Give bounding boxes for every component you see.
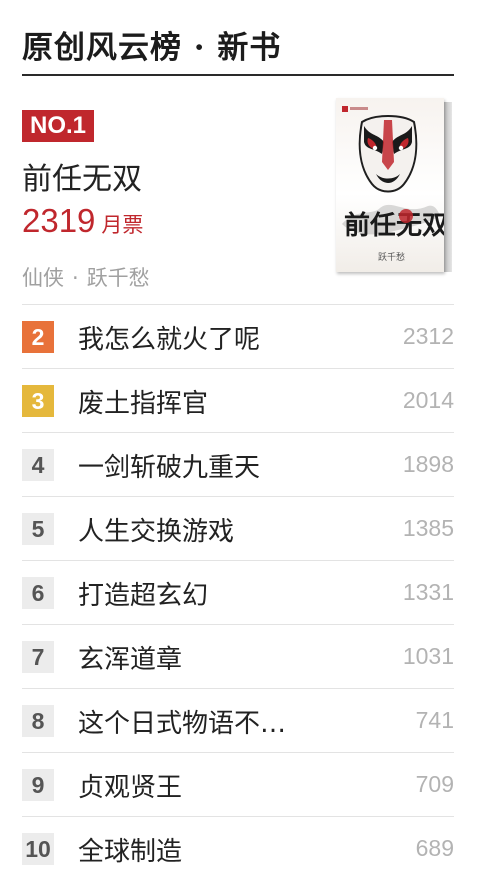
page-title: 原创风云榜 · 新书: [22, 30, 282, 66]
ranking-list: 2 我怎么就火了呢 2312 3 废土指挥官 2014 4 一剑斩破九重天 18…: [22, 304, 454, 880]
book-cover[interactable]: 前任无双 跃千愁: [336, 98, 454, 278]
rank-badge: NO.1: [22, 110, 94, 142]
featured-book-title[interactable]: 前任无双: [22, 154, 142, 198]
rank-number: 10: [22, 833, 54, 865]
book-title[interactable]: 玄浑道章: [78, 639, 182, 676]
ticket-count: 709: [415, 771, 454, 797]
rank-number: 2: [22, 321, 54, 353]
rank-number: 8: [22, 705, 54, 737]
list-item[interactable]: 10 全球制造 689: [22, 816, 454, 880]
rank-number: 4: [22, 449, 54, 481]
list-item[interactable]: 7 玄浑道章 1031: [22, 624, 454, 688]
ticket-count: 2312: [402, 323, 454, 349]
book-title[interactable]: 打造超玄幻: [78, 575, 208, 612]
cover-author-text: 跃千愁: [378, 251, 405, 263]
ticket-count: 2319: [22, 202, 96, 239]
list-item[interactable]: 2 我怎么就火了呢 2312: [22, 304, 454, 368]
featured-book-meta: 仙侠 · 跃千愁: [22, 262, 150, 292]
genre-label: 仙侠: [22, 266, 64, 290]
list-item[interactable]: 8 这个日式物语不… 741: [22, 688, 454, 752]
cover-illustration: 前任无双 跃千愁: [342, 106, 444, 263]
list-item[interactable]: 9 贞观贤王 709: [22, 752, 454, 816]
list-item[interactable]: 6 打造超玄幻 1331: [22, 560, 454, 624]
list-item[interactable]: 4 一剑斩破九重天 1898: [22, 432, 454, 496]
ticket-count: 2014: [402, 387, 454, 413]
rank-number: 7: [22, 641, 54, 673]
featured-book[interactable]: NO.1 前任无双 2319 月票 仙侠 · 跃千愁 前任无双 跃千愁: [22, 76, 454, 304]
rank-number: 5: [22, 513, 54, 545]
meta-separator: ·: [72, 266, 79, 290]
book-title[interactable]: 废土指挥官: [78, 383, 208, 420]
book-title[interactable]: 贞观贤王: [78, 767, 182, 804]
rank-number: 6: [22, 577, 54, 609]
ticket-count: 689: [415, 835, 454, 861]
book-title[interactable]: 一剑斩破九重天: [78, 447, 260, 484]
ticket-count: 1898: [402, 451, 454, 477]
ticket-count: 1331: [402, 579, 454, 605]
list-item[interactable]: 3 废土指挥官 2014: [22, 368, 454, 432]
list-item[interactable]: 5 人生交换游戏 1385: [22, 496, 454, 560]
book-title[interactable]: 这个日式物语不…: [78, 703, 286, 740]
author-label: 跃千愁: [86, 266, 150, 290]
ticket-unit: 月票: [101, 213, 144, 237]
ticket-count: 1031: [402, 643, 454, 669]
cover-title-text: 前任无双: [344, 210, 444, 241]
cover-spine: [444, 102, 452, 272]
rank-number: 3: [22, 385, 54, 417]
cover-artwork: 前任无双 跃千愁: [336, 98, 444, 272]
book-title[interactable]: 全球制造: [78, 831, 182, 868]
book-title[interactable]: 人生交换游戏: [78, 511, 234, 548]
ticket-count: 1385: [402, 515, 454, 541]
ticket-count: 741: [415, 707, 454, 733]
book-title[interactable]: 我怎么就火了呢: [78, 319, 260, 356]
rank-number: 9: [22, 769, 54, 801]
featured-monthly-tickets: 2319 月票: [22, 202, 143, 240]
